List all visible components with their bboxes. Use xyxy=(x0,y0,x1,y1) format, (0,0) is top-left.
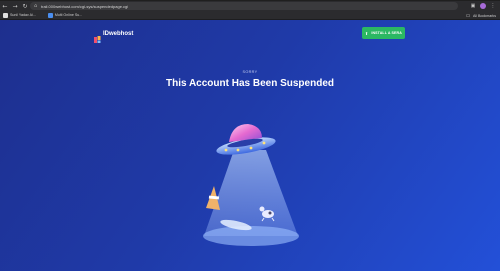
bookmark-item[interactable]: Sunil Yadav Ai... xyxy=(3,11,40,19)
menu-icon[interactable]: ⋮ xyxy=(490,3,496,9)
ufo-illustration-icon xyxy=(203,124,299,246)
all-bookmarks[interactable]: ▭ All Bookmarks xyxy=(465,11,496,20)
bookmarks-bar: Sunil Yadav Ai... Multi Online Su... ▭ A… xyxy=(0,11,500,20)
url-text[interactable]: trail.000webhost.com/cgi-sys/suspendedpa… xyxy=(41,4,128,9)
address-bar[interactable]: ⌂ trail.000webhost.com/cgi-sys/suspended… xyxy=(30,2,458,10)
install-button[interactable]: ⬆ INSTALL A SERA xyxy=(362,27,405,39)
profile-avatar[interactable] xyxy=(480,3,486,9)
extensions-icon[interactable]: ▣ xyxy=(470,3,476,9)
eyebrow-text: SORRY xyxy=(242,70,258,74)
install-button-label: INSTALL A SERA xyxy=(371,31,402,35)
forward-icon[interactable]: → xyxy=(10,2,20,11)
browser-toolbar: ← → ↻ ⌂ trail.000webhost.com/cgi-sys/sus… xyxy=(0,1,500,11)
install-icon: ⬆ xyxy=(365,30,369,36)
bookmark-label: Multi Online Su... xyxy=(54,13,83,17)
all-bookmarks-label: All Bookmarks xyxy=(473,13,496,18)
suspended-page: IDwebhost ⬆ INSTALL A SERA SORRY This Ac… xyxy=(0,20,500,271)
logo-mark-icon xyxy=(94,30,101,43)
lock-icon[interactable]: ⌂ xyxy=(34,3,41,9)
folder-icon: ▭ xyxy=(465,12,471,19)
bookmark-item[interactable]: Multi Online Su... xyxy=(47,11,86,19)
bookmark-favicon-icon xyxy=(3,12,8,18)
logo-text: IDwebhost xyxy=(103,30,134,37)
bookmark-label: Sunil Yadav Ai... xyxy=(10,13,36,17)
bookmark-favicon-icon xyxy=(47,12,53,18)
back-icon[interactable]: ← xyxy=(0,2,10,11)
site-logo[interactable]: IDwebhost xyxy=(94,30,134,43)
toolbar-actions: ▣ ⋮ xyxy=(470,1,496,11)
page-title: This Account Has Been Suspended xyxy=(166,78,334,89)
reload-icon[interactable]: ↻ xyxy=(20,2,30,11)
